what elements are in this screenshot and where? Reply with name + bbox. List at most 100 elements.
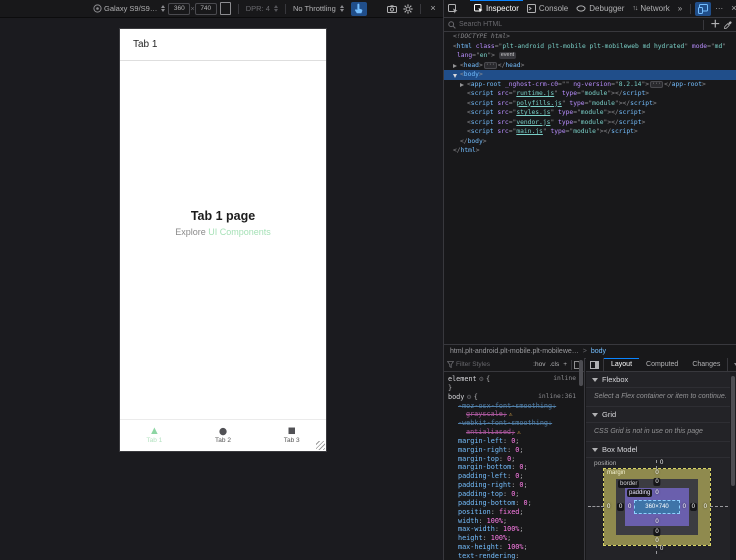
rule-row[interactable]: margin-top: 0;: [444, 455, 584, 464]
tab-button-tab2[interactable]: ● Tab 2: [189, 420, 258, 451]
search-html-input[interactable]: [456, 21, 699, 28]
rule-row[interactable]: padding-top: 0;: [444, 490, 584, 499]
box-model-margin-ring[interactable]: margin 0 0 0 0 border 0 0 0 0 padding 0: [603, 468, 711, 546]
throttling-selector[interactable]: No Throttling: [293, 4, 344, 13]
rdm-close-button[interactable]: ×: [425, 2, 441, 16]
expand-twisty-icon[interactable]: [453, 63, 457, 68]
box-model-content[interactable]: 360×740: [634, 500, 680, 514]
rule-row[interactable]: margin-bottom: 0;: [444, 463, 584, 472]
tab-button-tab1[interactable]: ▲ Tab 1: [120, 420, 189, 451]
collapse-twisty-icon[interactable]: [453, 74, 457, 78]
collapsed-ellipsis-badge[interactable]: ···: [483, 61, 497, 69]
screenshot-button[interactable]: [384, 2, 400, 16]
position-top-value[interactable]: 0: [660, 460, 663, 466]
touch-simulation-button[interactable]: [350, 1, 367, 16]
add-node-button[interactable]: +: [708, 16, 723, 34]
margin-bottom-value[interactable]: 0: [655, 538, 658, 544]
tab-network[interactable]: ↑↓ Network: [628, 0, 673, 17]
markup-line[interactable]: <!DOCTYPE html>: [444, 32, 736, 42]
margin-left-value[interactable]: 0: [607, 504, 610, 510]
grid-section-header[interactable]: Grid: [586, 407, 736, 423]
dpr-selector[interactable]: DPR: 4: [246, 4, 278, 13]
tab-changes[interactable]: Changes: [685, 358, 727, 371]
viewport-height-input[interactable]: [194, 2, 217, 15]
pseudo-class-toggle[interactable]: :hov: [531, 361, 547, 368]
device-selector[interactable]: Galaxy S9/S9…: [93, 4, 166, 13]
margin-right-value[interactable]: 0: [704, 504, 707, 510]
rotate-viewport-button[interactable]: [219, 2, 231, 15]
responsive-mode-button[interactable]: [695, 1, 712, 16]
rdm-settings-button[interactable]: [400, 2, 416, 16]
tab-computed[interactable]: Computed: [639, 358, 685, 371]
rule-row[interactable]: padding-right: 0;: [444, 481, 584, 490]
sidebar-tabs-dropdown[interactable]: [727, 358, 736, 371]
border-top-value[interactable]: 0: [653, 478, 661, 486]
eyedropper-button[interactable]: [723, 20, 736, 29]
layout-scrollbar-thumb[interactable]: [731, 376, 735, 486]
rule-source-link[interactable]: inline:361: [538, 393, 576, 402]
flexbox-section-header[interactable]: Flexbox: [586, 372, 736, 388]
rule-row[interactable]: antialiased; ⚠: [444, 428, 584, 437]
rule-row[interactable]: max-width: 100%;: [444, 525, 584, 534]
filter-styles-input[interactable]: [454, 361, 532, 368]
position-bottom-value[interactable]: 0: [660, 546, 663, 552]
add-rule-button[interactable]: +: [561, 361, 569, 368]
ui-components-link[interactable]: UI Components: [208, 227, 271, 237]
breadcrumb-item-html[interactable]: html.plt-android.plt-mobile.plt-mobilewe…: [450, 348, 579, 355]
rule-row[interactable]: margin-right: 0;: [444, 446, 584, 455]
rules-scrollbar[interactable]: [579, 360, 583, 386]
box-model-padding-ring[interactable]: padding 0 0 0 0 360×740: [625, 488, 689, 526]
rule-row[interactable]: -webkit-font-smoothing:: [444, 419, 584, 428]
rule-gear-icon[interactable]: ⚙: [466, 394, 471, 401]
tab-inspector[interactable]: Inspector: [470, 0, 523, 17]
markup-line[interactable]: <head> ··· </head>: [444, 61, 736, 71]
padding-right-value[interactable]: 0: [683, 504, 686, 510]
rule-row[interactable]: position: fixed;: [444, 508, 584, 517]
border-right-value[interactable]: 0: [689, 503, 697, 511]
markup-line[interactable]: <script src="polyfills.js" type="module"…: [444, 99, 736, 109]
rule-row[interactable]: margin-left: 0;: [444, 437, 584, 446]
markup-line[interactable]: <html class="plt-android plt-mobile plt-…: [444, 42, 736, 52]
rule-row[interactable]: padding-left: 0;: [444, 472, 584, 481]
breadcrumb-item-body[interactable]: body: [591, 348, 606, 355]
markup-line[interactable]: </html>: [444, 146, 736, 156]
viewport-width-input[interactable]: [168, 2, 191, 15]
markup-line[interactable]: lang="en"> event: [444, 51, 736, 61]
border-bottom-value[interactable]: 0: [653, 528, 661, 536]
markup-line[interactable]: <body>: [444, 70, 736, 80]
devtools-close-button[interactable]: ×: [727, 4, 736, 13]
rule-gear-icon[interactable]: ⚙: [479, 376, 484, 383]
box-model-border-ring[interactable]: border 0 0 0 0 padding 0 0 0 0 360×740: [616, 478, 698, 536]
rule-row[interactable]: -moz-osx-font-smoothing:: [444, 402, 584, 411]
margin-top-value[interactable]: 0: [655, 470, 658, 476]
three-pane-toggle-button[interactable]: [586, 358, 604, 371]
rule-row[interactable]: width: 100%;: [444, 517, 584, 526]
viewport-resize-grip[interactable]: [316, 441, 325, 450]
pick-element-button[interactable]: [444, 0, 462, 17]
border-left-value[interactable]: 0: [617, 503, 625, 511]
padding-bottom-value[interactable]: 0: [655, 519, 658, 525]
markup-line[interactable]: </body>: [444, 137, 736, 147]
markup-line[interactable]: <script src="runtime.js" type="module"><…: [444, 89, 736, 99]
rule-row[interactable]: }: [444, 384, 584, 393]
padding-top-value[interactable]: 0: [655, 490, 658, 496]
class-toggle[interactable]: .cls: [547, 361, 561, 368]
meatball-menu-button[interactable]: ···: [711, 4, 727, 13]
markup-line[interactable]: <app-root _nghost-crm-c0="" ng-version="…: [444, 80, 736, 90]
rule-row[interactable]: max-height: 100%;: [444, 543, 584, 552]
markup-line[interactable]: <script src="main.js" type="module"></sc…: [444, 127, 736, 137]
rule-row[interactable]: element ⚙{inline: [444, 375, 584, 384]
tab-layout[interactable]: Layout: [604, 358, 640, 371]
rule-row[interactable]: height: 100%;: [444, 534, 584, 543]
padding-left-value[interactable]: 0: [628, 504, 631, 510]
markup-line[interactable]: <script src="vendor.js" type="module"></…: [444, 118, 736, 128]
rule-row[interactable]: body ⚙{inline:361: [444, 393, 584, 402]
more-tabs-button[interactable]: »: [674, 0, 686, 17]
event-badge[interactable]: event: [498, 52, 517, 59]
rule-source-link[interactable]: inline: [553, 375, 576, 384]
expand-twisty-icon[interactable]: [460, 82, 464, 87]
tab-debugger[interactable]: Debugger: [572, 0, 628, 17]
collapsed-ellipsis-badge[interactable]: ···: [650, 80, 664, 88]
rule-row[interactable]: padding-bottom: 0;: [444, 499, 584, 508]
rule-row[interactable]: grayscale; ⚠: [444, 410, 584, 419]
